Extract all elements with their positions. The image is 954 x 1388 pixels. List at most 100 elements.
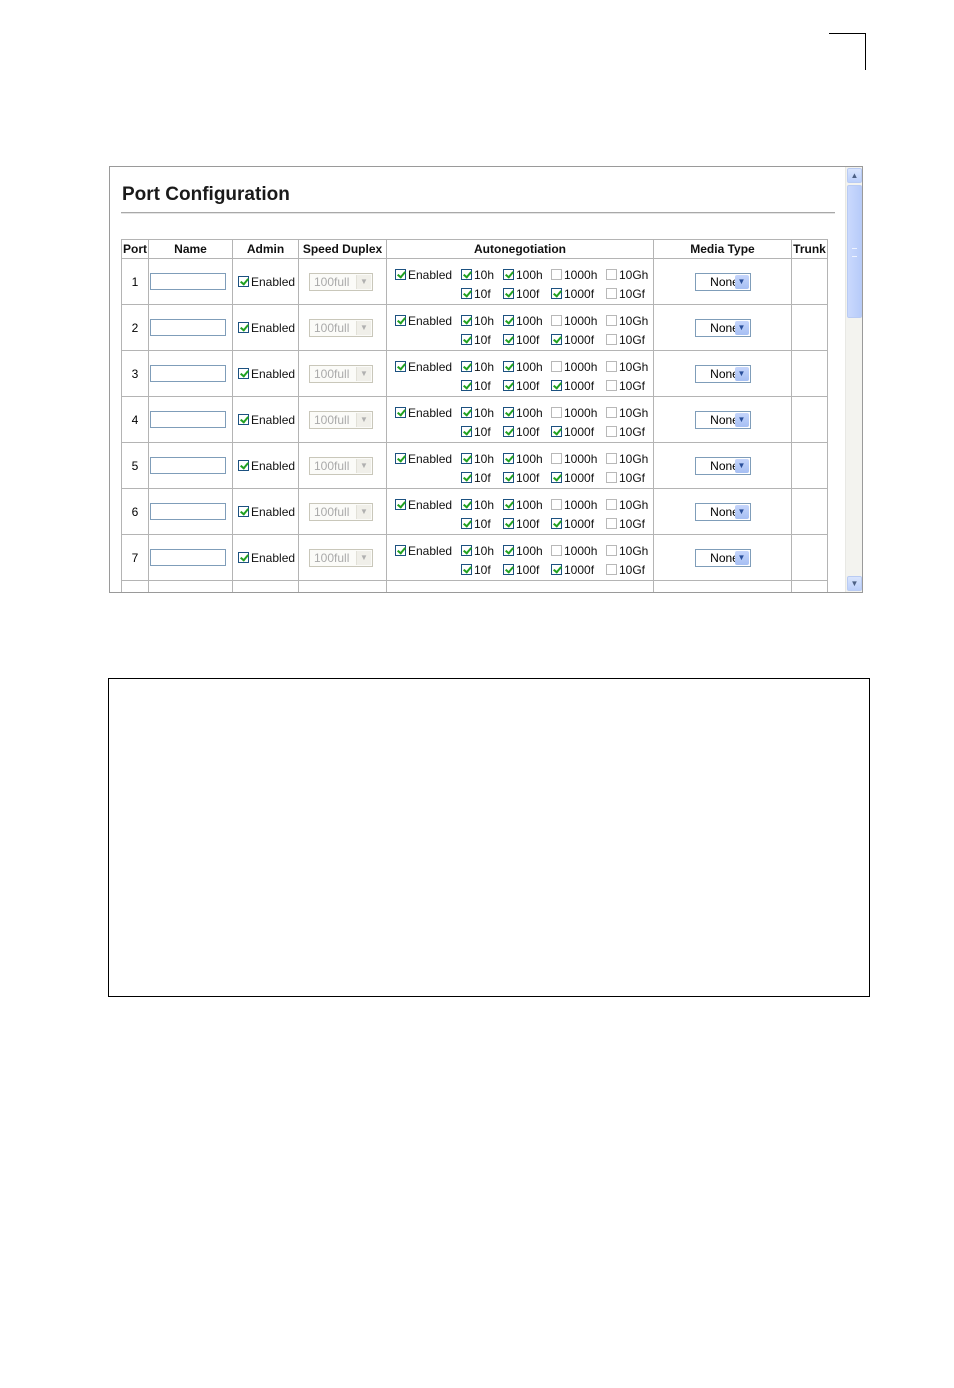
admin-enabled-checkbox[interactable]	[238, 276, 249, 288]
auto-10gh-checkbox[interactable]	[606, 360, 617, 372]
speed-duplex-select[interactable]: 100full ▼	[309, 272, 373, 291]
auto-1000f-checkbox[interactable]	[551, 425, 562, 437]
speed-duplex-select[interactable]: 100full ▼	[309, 364, 373, 383]
auto-10f-checkbox[interactable]	[461, 379, 472, 391]
media-type-select[interactable]: None ▼	[694, 456, 751, 475]
auto-option-enabled: Enabled	[395, 313, 452, 327]
speed-duplex-select[interactable]: 100full ▼	[309, 502, 373, 521]
auto-enabled-checkbox[interactable]	[395, 544, 406, 556]
auto-10gh-checkbox[interactable]	[606, 452, 617, 464]
admin-enabled-checkbox[interactable]	[238, 322, 249, 334]
auto-10h-checkbox[interactable]	[461, 452, 472, 464]
speed-duplex-select[interactable]: 100full ▼	[309, 456, 373, 475]
admin-enabled-checkbox[interactable]	[238, 368, 249, 380]
speed-duplex-select[interactable]: 100full ▼	[309, 410, 373, 429]
auto-10gh-checkbox[interactable]	[606, 498, 617, 510]
media-type-select[interactable]: None ▼	[694, 318, 751, 337]
auto-10f-checkbox[interactable]	[461, 425, 472, 437]
col-header-speed-duplex: Speed Duplex	[298, 239, 387, 259]
auto-100h-checkbox[interactable]	[503, 452, 514, 464]
scrollbar-thumb[interactable]	[847, 185, 862, 318]
auto-100f-checkbox[interactable]	[503, 333, 514, 345]
auto-1000f-checkbox[interactable]	[551, 379, 562, 391]
auto-1000h-checkbox[interactable]	[551, 406, 562, 418]
media-type-select[interactable]: None ▼	[694, 502, 751, 521]
vertical-scrollbar[interactable]: ▲ ▼	[845, 167, 862, 592]
auto-100f-checkbox[interactable]	[503, 563, 514, 575]
port-name-input[interactable]	[150, 503, 226, 520]
media-type-select[interactable]: None ▼	[694, 364, 751, 383]
auto-100f-checkbox[interactable]	[503, 471, 514, 483]
port-name-input[interactable]	[150, 457, 226, 474]
admin-cell: Enabled	[232, 258, 299, 305]
auto-10f-checkbox[interactable]	[461, 287, 472, 299]
auto-100h-checkbox[interactable]	[503, 406, 514, 418]
auto-10gf-checkbox[interactable]	[606, 425, 617, 437]
auto-10gh-checkbox[interactable]	[606, 406, 617, 418]
auto-1000h-checkbox[interactable]	[551, 360, 562, 372]
auto-enabled-checkbox[interactable]	[395, 406, 406, 418]
auto-1000h-checkbox[interactable]	[551, 268, 562, 280]
auto-10gf-checkbox[interactable]	[606, 471, 617, 483]
auto-enabled-checkbox[interactable]	[395, 360, 406, 372]
auto-100h-checkbox[interactable]	[503, 544, 514, 556]
auto-1000f-checkbox[interactable]	[551, 563, 562, 575]
auto-enabled-checkbox[interactable]	[395, 452, 406, 464]
auto-10h-checkbox[interactable]	[461, 314, 472, 326]
auto-1000h-checkbox[interactable]	[551, 314, 562, 326]
auto-10gh-checkbox[interactable]	[606, 314, 617, 326]
media-type-select[interactable]: None ▼	[694, 548, 751, 567]
auto-100f-checkbox[interactable]	[503, 379, 514, 391]
admin-enabled-checkbox[interactable]	[238, 506, 249, 518]
auto-100h-checkbox[interactable]	[503, 498, 514, 510]
auto-10f-checkbox[interactable]	[461, 563, 472, 575]
admin-enabled-checkbox[interactable]	[238, 460, 249, 472]
port-name-input[interactable]	[150, 319, 226, 336]
auto-100f-checkbox[interactable]	[503, 425, 514, 437]
auto-10gf-label: 10Gf	[619, 424, 646, 439]
auto-10h-checkbox[interactable]	[461, 406, 472, 418]
auto-10gf-checkbox[interactable]	[606, 379, 617, 391]
arrow-up-icon[interactable]: ▲	[847, 168, 862, 183]
auto-10h-checkbox[interactable]	[461, 360, 472, 372]
auto-1000h-checkbox[interactable]	[551, 452, 562, 464]
auto-100f-checkbox[interactable]	[503, 287, 514, 299]
auto-enabled-checkbox[interactable]	[395, 314, 406, 326]
port-name-input[interactable]	[150, 273, 226, 290]
auto-1000f-checkbox[interactable]	[551, 333, 562, 345]
auto-10gf-checkbox[interactable]	[606, 563, 617, 575]
auto-10gh-checkbox[interactable]	[606, 268, 617, 280]
auto-10gf-checkbox[interactable]	[606, 517, 617, 529]
auto-10h-checkbox[interactable]	[461, 268, 472, 280]
speed-duplex-select[interactable]: 100full ▼	[309, 548, 373, 567]
auto-10f-checkbox[interactable]	[461, 517, 472, 529]
auto-10f-checkbox[interactable]	[461, 333, 472, 345]
auto-1000h-checkbox[interactable]	[551, 544, 562, 556]
admin-enabled-checkbox[interactable]	[238, 552, 249, 564]
port-name-input[interactable]	[150, 549, 226, 566]
port-name-input[interactable]	[150, 365, 226, 382]
auto-enabled-checkbox[interactable]	[395, 268, 406, 280]
auto-10gf-checkbox[interactable]	[606, 287, 617, 299]
auto-1000f-checkbox[interactable]	[551, 471, 562, 483]
admin-enabled-checkbox[interactable]	[238, 414, 249, 426]
auto-1000f-checkbox[interactable]	[551, 517, 562, 529]
auto-10gh-checkbox[interactable]	[606, 544, 617, 556]
auto-10f-checkbox[interactable]	[461, 471, 472, 483]
speed-duplex-select[interactable]: 100full ▼	[309, 318, 373, 337]
auto-100h-checkbox[interactable]	[503, 360, 514, 372]
media-type-select[interactable]: None ▼	[694, 272, 751, 291]
auto-10h-checkbox[interactable]	[461, 498, 472, 510]
auto-enabled-checkbox[interactable]	[395, 498, 406, 510]
auto-100h-checkbox[interactable]	[503, 268, 514, 280]
media-type-select[interactable]: None ▼	[694, 410, 751, 429]
auto-100f-checkbox[interactable]	[503, 517, 514, 529]
auto-1000h-checkbox[interactable]	[551, 498, 562, 510]
auto-1000f-checkbox[interactable]	[551, 287, 562, 299]
arrow-down-icon[interactable]: ▼	[847, 576, 862, 591]
auto-10gf-checkbox[interactable]	[606, 333, 617, 345]
auto-10h-checkbox[interactable]	[461, 544, 472, 556]
auto-100h-checkbox[interactable]	[503, 314, 514, 326]
port-name-input[interactable]	[150, 411, 226, 428]
autonegotiation-options: Enabled 10h 100h 1000h 10Gh 10f 100f 1000f 10Gf	[387, 446, 653, 486]
